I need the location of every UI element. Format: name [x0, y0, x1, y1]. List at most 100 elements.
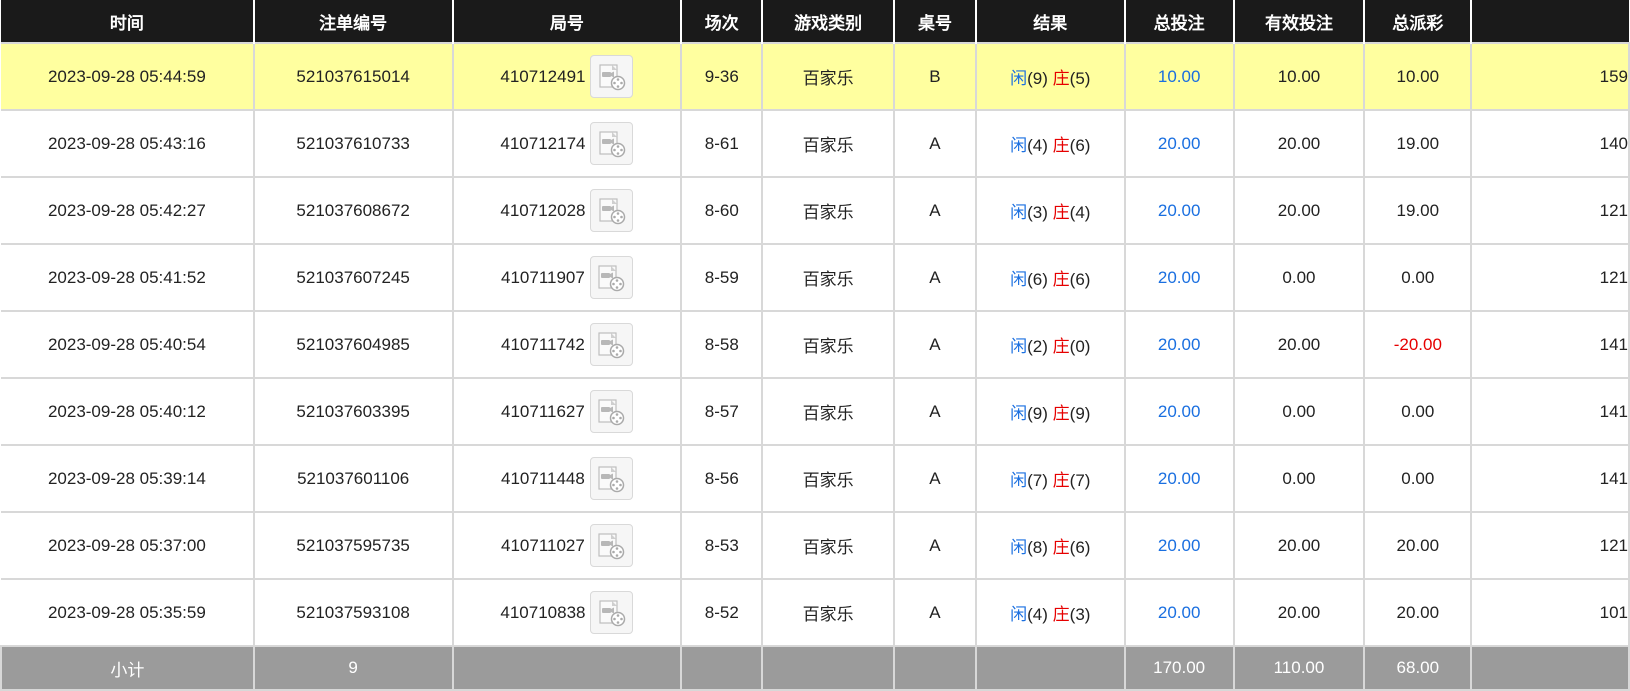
player-score: (4) — [1027, 136, 1048, 155]
cell-round: 410712491 — [451, 42, 683, 111]
banker-score: (4) — [1069, 203, 1091, 222]
cell-game-type: 百家乐 — [761, 42, 896, 111]
cell-session: 8-60 — [680, 176, 764, 245]
cell-round: 410712174 — [451, 109, 683, 178]
cell-table-no: A — [893, 310, 977, 379]
cell-time: 2023-09-28 05:39:14 — [1, 444, 255, 513]
header-balance — [1470, 0, 1629, 43]
cell-valid-bet: 20.00 — [1232, 176, 1366, 245]
subtotal-payout: 68.00 — [1363, 646, 1473, 691]
banker-label: 庄 — [1052, 538, 1070, 557]
header-result[interactable]: 结果 — [974, 0, 1125, 43]
banker-label: 庄 — [1052, 69, 1070, 88]
cell-balance: 159 — [1470, 42, 1630, 111]
cell-session: 8-57 — [680, 377, 764, 446]
player-label: 闲 — [1010, 136, 1028, 155]
cell-total-bet: 20.00 — [1123, 109, 1235, 178]
table-row[interactable]: 2023-09-28 05:40:12 521037603395 410711627… — [1, 377, 1630, 446]
player-label: 闲 — [1010, 337, 1028, 356]
cell-time: 2023-09-28 05:41:52 — [1, 243, 255, 312]
cell-result: 闲(8) 庄(6) — [974, 511, 1126, 580]
video-replay-icon[interactable] — [589, 256, 633, 299]
cell-bet-no: 521037608672 — [252, 176, 454, 245]
header-time[interactable]: 时间 — [1, 0, 254, 43]
table-row[interactable]: 2023-09-28 05:41:52 521037607245 410711907… — [1, 243, 1630, 312]
cell-game-type: 百家乐 — [761, 511, 896, 580]
video-replay-icon[interactable] — [589, 457, 633, 500]
cell-payout: 0.00 — [1363, 444, 1473, 513]
player-label: 闲 — [1010, 69, 1028, 88]
cell-round: 410711907 — [451, 243, 683, 312]
cell-game-type: 百家乐 — [761, 109, 896, 178]
video-replay-icon[interactable] — [589, 323, 633, 366]
header-round[interactable]: 局号 — [451, 0, 682, 43]
subtotal-empty — [893, 646, 977, 691]
cell-balance: 101 — [1470, 578, 1630, 647]
player-score: (9) — [1027, 404, 1048, 423]
header-session[interactable]: 场次 — [680, 0, 763, 43]
cell-session: 8-58 — [680, 310, 764, 379]
cell-payout: 19.00 — [1363, 176, 1473, 245]
cell-result: 闲(7) 庄(7) — [974, 444, 1126, 513]
cell-total-bet: 20.00 — [1123, 176, 1235, 245]
table-row[interactable]: 2023-09-28 05:43:16 521037610733 410712174… — [1, 109, 1630, 178]
cell-bet-no: 521037593108 — [252, 578, 454, 647]
header-table-no[interactable]: 桌号 — [893, 0, 976, 43]
cell-balance: 141 — [1470, 377, 1630, 446]
cell-time: 2023-09-28 05:37:00 — [1, 511, 255, 580]
cell-payout: 0.00 — [1363, 243, 1473, 312]
table-row[interactable]: 2023-09-28 05:39:14 521037601106 410711448… — [1, 444, 1630, 513]
table-row[interactable]: 2023-09-28 05:35:59 521037593108 410710838… — [1, 578, 1630, 647]
video-replay-icon[interactable] — [590, 189, 634, 232]
video-replay-icon[interactable] — [590, 591, 634, 634]
round-id: 410710838 — [500, 602, 586, 622]
cell-total-bet: 10.00 — [1123, 42, 1235, 111]
cell-game-type: 百家乐 — [761, 243, 896, 312]
banker-score: (7) — [1069, 471, 1091, 490]
cell-table-no: A — [893, 578, 977, 647]
header-payout[interactable]: 总派彩 — [1363, 0, 1472, 43]
video-replay-icon[interactable] — [590, 55, 634, 98]
table-row[interactable]: 2023-09-28 05:44:59 521037615014 410712491… — [1, 42, 1630, 111]
cell-session: 9-36 — [680, 42, 764, 111]
cell-round: 410712028 — [451, 176, 683, 245]
header-row: 时间 注单编号 局号 场次 游戏类别 桌号 结果 总投注 有效投注 总派彩 — [1, 0, 1629, 43]
player-score: (4) — [1027, 605, 1048, 624]
cell-payout: 0.00 — [1363, 377, 1473, 446]
round-id: 410711742 — [501, 334, 585, 354]
cell-time: 2023-09-28 05:40:12 — [1, 377, 255, 446]
header-total-bet[interactable]: 总投注 — [1123, 0, 1234, 43]
round-id: 410711907 — [501, 267, 585, 287]
table-row[interactable]: 2023-09-28 05:40:54 521037604985 410711742… — [1, 310, 1630, 379]
video-replay-icon[interactable] — [589, 390, 633, 433]
cell-game-type: 百家乐 — [761, 578, 896, 647]
cell-total-bet: 20.00 — [1123, 310, 1235, 379]
cell-balance: 140 — [1470, 109, 1630, 178]
subtotal-label: 小计 — [0, 646, 255, 691]
cell-time: 2023-09-28 05:44:59 — [1, 42, 255, 111]
table-row[interactable]: 2023-09-28 05:42:27 521037608672 410712028… — [1, 176, 1630, 245]
player-label: 闲 — [1010, 404, 1028, 423]
video-replay-icon[interactable] — [589, 524, 633, 567]
cell-table-no: B — [893, 42, 977, 111]
cell-time: 2023-09-28 05:35:59 — [1, 578, 255, 647]
round-id: 410712491 — [500, 66, 586, 86]
cell-game-type: 百家乐 — [761, 310, 896, 379]
header-game-type[interactable]: 游戏类别 — [761, 0, 895, 43]
header-valid-bet[interactable]: 有效投注 — [1232, 0, 1365, 43]
cell-valid-bet: 0.00 — [1232, 444, 1366, 513]
player-score: (2) — [1027, 337, 1048, 356]
header-bet-no[interactable]: 注单编号 — [252, 0, 453, 43]
video-replay-icon[interactable] — [590, 122, 634, 165]
cell-balance: 121 — [1470, 511, 1630, 580]
cell-round: 410711448 — [451, 444, 683, 513]
table-row[interactable]: 2023-09-28 05:37:00 521037595735 410711027… — [1, 511, 1630, 580]
cell-game-type: 百家乐 — [761, 176, 896, 245]
round-id: 410711448 — [501, 468, 585, 488]
cell-time: 2023-09-28 05:43:16 — [1, 109, 255, 178]
cell-valid-bet: 20.00 — [1232, 310, 1366, 379]
cell-bet-no: 521037601106 — [252, 444, 454, 513]
player-label: 闲 — [1010, 471, 1028, 490]
cell-game-type: 百家乐 — [761, 377, 896, 446]
banker-score: (5) — [1069, 69, 1091, 88]
